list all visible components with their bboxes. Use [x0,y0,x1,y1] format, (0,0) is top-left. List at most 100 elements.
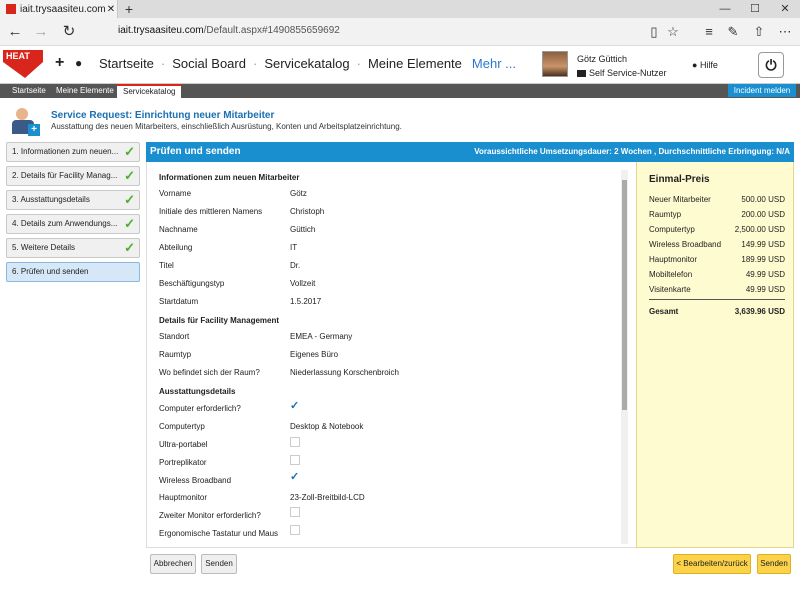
step-2[interactable]: 2. Details für Facility Manag... ✓ [6,166,140,186]
tab-meine-elemente[interactable]: Meine Elemente [50,84,120,98]
price-value: 189.99 USD [741,255,785,264]
incident-report-button[interactable]: Incident melden [728,84,796,97]
checkmark-icon: ✓ [124,240,135,255]
section-title-facility: Details für Facility Management [159,316,280,325]
field-value: Vollzeit [290,279,316,288]
step-6[interactable]: 6. Prüfen und senden [6,262,140,282]
heat-logo[interactable]: HEAT [3,50,43,80]
notes-icon[interactable]: ✎ [722,22,744,42]
scrollbar-thumb[interactable] [622,180,627,410]
price-value: 500.00 USD [741,195,785,204]
help-link[interactable]: ● Hilfe [692,60,718,70]
user-name[interactable]: Götz Güttich [577,54,627,64]
field-label: Portreplikator [159,458,207,467]
checkmark-icon: ✓ [124,168,135,183]
step-label: 6. Prüfen und senden [12,267,89,276]
step-label: 5. Weitere Details [12,243,75,252]
field-value: Güttich [290,225,316,234]
service-request-description: Ausstattung des neuen Mitarbeiters, eins… [51,122,402,131]
nav-separator: · [356,56,361,71]
price-panel: Einmal-Preis Neuer Mitarbeiter 500.00 USD… [636,162,794,548]
refresh-icon[interactable]: ↻ [58,22,80,42]
price-row: Wireless Broadband 149.99 USD [649,240,785,249]
checkmark-icon: ✓ [124,216,135,231]
step-5[interactable]: 5. Weitere Details ✓ [6,238,140,258]
checkmark-icon: ✓ [124,144,135,159]
nav-item-social-board[interactable]: Social Board [172,56,246,71]
browser-tab[interactable]: iait.trysaasiteu.com:Serv ✕ [0,0,118,18]
checkbox[interactable] [290,455,300,465]
price-value: 200.00 USD [741,210,785,219]
nav-item-startseite[interactable]: Startseite [99,56,154,71]
step-3[interactable]: 3. Ausstattungsdetails ✓ [6,190,140,210]
share-icon[interactable]: ⇧ [748,22,770,42]
price-value: 149.99 USD [741,240,785,249]
favorite-star-icon[interactable]: ☆ [662,22,684,42]
price-title: Einmal-Preis [649,174,710,185]
field-value: Christoph [290,207,325,216]
window-close-icon[interactable]: ✕ [770,0,800,18]
checkbox[interactable] [290,525,300,535]
cancel-button[interactable]: Abbrechen [150,554,196,574]
nav-item-meine-elemente[interactable]: Meine Elemente [368,56,462,71]
step-4[interactable]: 4. Details zum Anwendungs... ✓ [6,214,140,234]
tab-close-icon[interactable]: ✕ [105,4,117,15]
price-label: Neuer Mitarbeiter [649,195,711,204]
nav-separator: · [252,56,258,71]
power-icon[interactable]: ⏻ [758,52,784,78]
field-label: Computer erforderlich? [159,404,241,413]
total-value: 3,639.96 USD [734,307,785,316]
send-button-secondary[interactable]: Senden [201,554,237,574]
nav-separator: · [160,56,166,71]
tab-startseite[interactable]: Startseite [6,84,52,98]
price-row: Mobiltelefon 49.99 USD [649,270,785,279]
hub-icon[interactable]: ≡ [698,22,720,42]
logo-triangle [3,62,43,78]
price-label: Raumtyp [649,210,682,219]
address-bar: ← → ↻ iait.trysaasiteu.com/Default.aspx#… [0,18,800,46]
chat-icon[interactable]: ● [75,56,82,70]
field-value: 23-Zoll-Breitbild-LCD [290,493,365,502]
sub-nav: Startseite Meine Elemente Servicekatalog [0,84,800,98]
send-button[interactable]: Senden [757,554,791,574]
user-role-label: Self Service-Nutzer [589,68,667,78]
field-label: Wo befindet sich der Raum? [159,368,260,377]
nav-item-servicekatalog[interactable]: Servicekatalog [264,56,349,71]
new-tab-icon[interactable]: + [122,1,136,17]
checkbox[interactable] [290,507,300,517]
checkbox-checked[interactable]: ✓ [290,472,300,483]
section-title-equipment: Ausstattungsdetails [159,387,236,396]
new-employee-icon: + [10,108,40,136]
main-nav: Startseite · Social Board · Servicekatal… [99,56,516,71]
panel-title: Prüfen und senden [150,146,241,157]
field-label: Vorname [159,189,192,198]
price-value: 49.99 USD [745,285,785,294]
field-label: Ultra-portabel [159,440,208,449]
more-icon[interactable]: ⋯ [774,22,796,42]
form-scrollbar[interactable] [621,170,628,544]
tab-servicekatalog[interactable]: Servicekatalog [117,84,182,98]
maximize-icon[interactable]: ☐ [740,0,770,18]
price-label: Computertyp [649,225,695,234]
panel-header: Prüfen und senden Voraussichtliche Umset… [146,142,794,162]
url-field[interactable]: iait.trysaasiteu.com/Default.aspx#149085… [118,25,340,36]
envelope-icon[interactable] [577,70,586,77]
field-value: IT [290,243,298,252]
review-form: Informationen zum neuen Mitarbeiter Vorn… [146,162,636,548]
field-value: Niederlassung Korschenbroich [290,368,399,377]
add-icon[interactable]: + [55,54,64,72]
checkbox-checked[interactable]: ✓ [290,401,300,412]
forward-icon[interactable]: → [30,22,52,42]
step-1[interactable]: 1. Informationen zum neuen... ✓ [6,142,140,162]
nav-more-link[interactable]: Mehr ... [472,56,516,71]
price-row: Hauptmonitor 189.99 USD [649,255,785,264]
field-value: Eigenes Büro [290,350,339,359]
edit-back-button[interactable]: < Bearbeiten/zurück [673,554,751,574]
avatar[interactable] [542,51,568,77]
step-label: 3. Ausstattungsdetails [12,195,90,204]
field-label: Titel [159,261,174,270]
minimize-icon[interactable]: — [710,0,740,18]
back-icon[interactable]: ← [4,22,26,42]
checkbox[interactable] [290,437,300,447]
field-value: EMEA - Germany [290,332,353,341]
